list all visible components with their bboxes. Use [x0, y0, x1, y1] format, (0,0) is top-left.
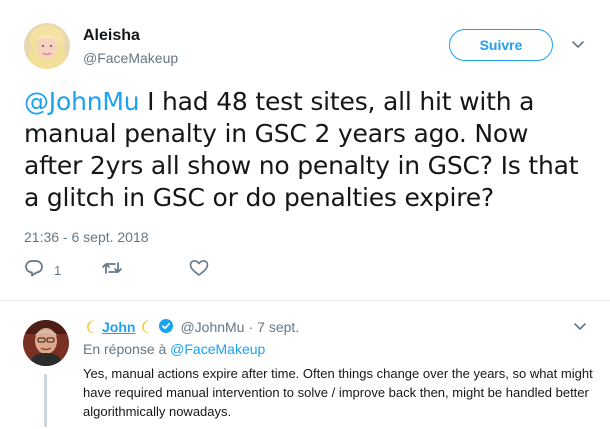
follow-button[interactable]: Suivre [449, 29, 553, 61]
tweet-actions: 1 [24, 259, 209, 281]
retweet-button[interactable] [101, 259, 123, 282]
reply-count: 1 [54, 262, 62, 278]
author-handle[interactable]: @FaceMakeup [83, 50, 178, 66]
thread-line [44, 374, 47, 427]
replying-prefix: En réponse à [83, 341, 171, 357]
avatar[interactable] [24, 23, 70, 69]
like-icon [189, 259, 209, 282]
reply-date[interactable]: 7 sept. [257, 319, 299, 335]
reply-avatar[interactable] [23, 320, 69, 366]
tweet-timestamp[interactable]: 21:36 - 6 sept. 2018 [24, 229, 149, 245]
retweet-icon [101, 259, 123, 282]
reply-author-handle[interactable]: @JohnMu [180, 319, 244, 335]
main-tweet: Aleisha @FaceMakeup Suivre @JohnMu I had… [0, 0, 610, 300]
reply-text: Yes, manual actions expire after time. O… [83, 366, 593, 419]
reply-header: John @JohnMu · 7 sept. [83, 317, 299, 337]
verified-icon [158, 318, 174, 337]
chevron-down-icon[interactable] [570, 38, 586, 52]
reply-author-name[interactable]: John [102, 319, 135, 335]
crescent-moon-icon [83, 318, 99, 337]
like-button[interactable] [189, 259, 209, 282]
crescent-moon-icon [138, 318, 154, 337]
replying-handle-link[interactable]: @FaceMakeup [170, 341, 265, 357]
tweet-text: @JohnMu I had 48 test sites, all hit wit… [24, 86, 584, 214]
author-name[interactable]: Aleisha [83, 27, 140, 45]
reply-button[interactable]: 1 [24, 259, 61, 282]
mention-link[interactable]: @JohnMu [24, 87, 140, 116]
separator: · [248, 319, 254, 335]
chevron-down-icon[interactable] [572, 320, 588, 334]
replying-to: En réponse à @FaceMakeup [83, 341, 265, 357]
reply-tweet: John @JohnMu · 7 sept. En réponse à @Fac… [0, 301, 610, 429]
reply-icon [24, 259, 44, 282]
